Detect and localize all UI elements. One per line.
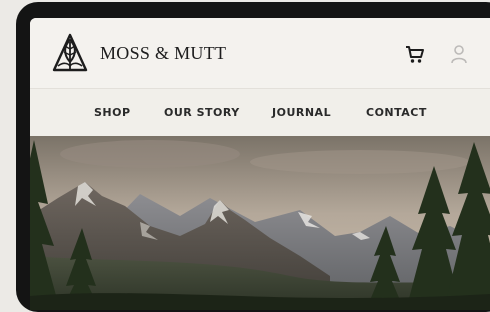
leaf-tree-logo-icon[interactable]: [48, 32, 92, 76]
nav-item-shop[interactable]: SHOP: [94, 106, 131, 119]
nav-item-our-story[interactable]: OUR STORY: [164, 106, 240, 119]
user-icon[interactable]: [450, 44, 468, 64]
nav-item-contact[interactable]: CONTACT: [366, 106, 427, 119]
nav-item-journal[interactable]: JOURNAL: [272, 106, 331, 119]
website-screen: MOSS & MUTT SHOP OUR STORY JOURNAL CONTA…: [30, 18, 490, 310]
hero-image: [30, 136, 490, 310]
main-navigation: SHOP OUR STORY JOURNAL CONTACT: [30, 88, 490, 136]
site-header: MOSS & MUTT: [30, 18, 490, 88]
shopping-cart-icon[interactable]: [404, 43, 426, 65]
mountain-landscape-image: [30, 136, 490, 310]
brand-name[interactable]: MOSS & MUTT: [100, 43, 226, 64]
